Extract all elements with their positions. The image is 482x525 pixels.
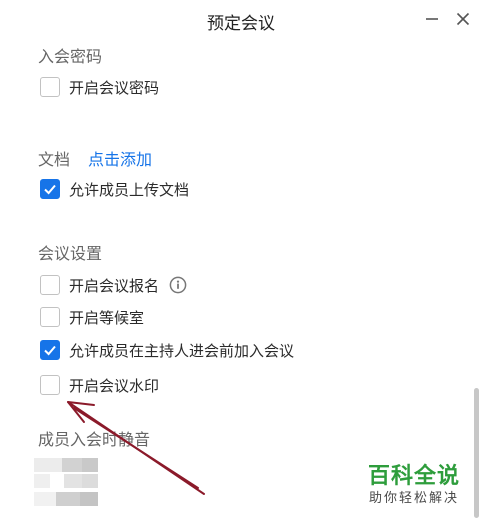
checkmark-icon (44, 184, 56, 195)
checkbox-row-join-before-host[interactable]: 允许成员在主持人进会前加入会议 (40, 339, 294, 361)
scrollbar-thumb[interactable] (474, 388, 479, 518)
allow-upload-label: 允许成员上传文档 (69, 180, 190, 199)
section-title-settings: 会议设置 (38, 244, 103, 263)
meeting-watermark-label: 开启会议水印 (69, 376, 160, 395)
minimize-button[interactable] (419, 6, 445, 32)
registration-checkbox[interactable] (40, 275, 60, 295)
meeting-watermark-checkbox[interactable] (40, 375, 60, 395)
checkbox-row-meeting-password[interactable]: 开启会议密码 (40, 76, 159, 98)
window-title: 预定会议 (207, 14, 275, 34)
close-icon (456, 12, 470, 26)
checkbox-row-watermark[interactable]: 开启会议水印 (40, 374, 159, 396)
allow-upload-checkbox[interactable] (40, 179, 60, 199)
checkbox-row-registration[interactable]: 开启会议报名 (40, 274, 187, 296)
close-button[interactable] (450, 6, 476, 32)
add-document-link[interactable]: 点击添加 (88, 146, 152, 170)
section-title-mute: 成员入会时静音 (38, 430, 151, 449)
section-title-password: 入会密码 (38, 47, 103, 66)
site-watermark: 百科全说 助你轻松解决 (358, 464, 470, 508)
watermark-title: 百科全说 (367, 464, 460, 489)
checkmark-icon (44, 345, 56, 356)
join-before-host-label: 允许成员在主持人进会前加入会议 (69, 341, 295, 360)
join-before-host-checkbox[interactable] (40, 340, 60, 360)
checkbox-row-waiting-room[interactable]: 开启等候室 (40, 306, 144, 328)
checkbox-row-allow-upload[interactable]: 允许成员上传文档 (40, 178, 189, 200)
section-title-documents: 文档 (38, 150, 71, 169)
waiting-room-label: 开启等候室 (69, 308, 145, 327)
title-bar: 预定会议 (0, 0, 482, 38)
meeting-password-label: 开启会议密码 (69, 78, 160, 97)
registration-label: 开启会议报名 (69, 276, 160, 295)
minimize-icon (426, 18, 438, 20)
info-icon[interactable] (169, 276, 187, 294)
meeting-password-checkbox[interactable] (40, 77, 60, 97)
watermark-subtitle: 助你轻松解决 (368, 491, 459, 506)
waiting-room-checkbox[interactable] (40, 307, 60, 327)
